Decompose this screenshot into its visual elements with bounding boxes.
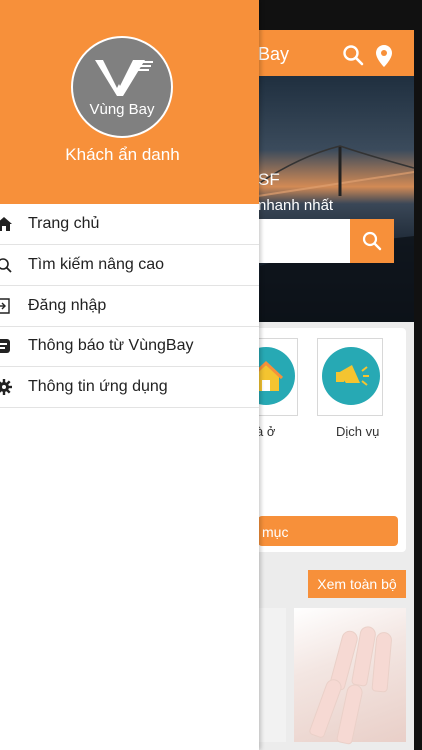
menu-item-advanced-search[interactable]: Tìm kiếm nâng cao (0, 245, 259, 286)
login-icon (0, 298, 10, 314)
hero-title: SF (258, 170, 280, 189)
menu-label: Đăng nhập (28, 297, 107, 314)
menu-item-app-info[interactable]: Thông tin ứng dụng (0, 367, 259, 408)
logo-text: Vùng Bay (89, 101, 155, 118)
menu-label: Thông báo từ VùngBay (28, 337, 194, 354)
search-icon (0, 258, 12, 273)
notification-icon (0, 339, 10, 353)
location-pin-icon[interactable] (375, 44, 393, 68)
navigation-drawer: Vùng Bay Khách ẩn danh Trang chủ Tìm kiế… (0, 0, 259, 750)
search-icon (362, 231, 382, 251)
see-all-button[interactable]: Xem toàn bộ (308, 570, 406, 598)
listing-thumbnail-nails[interactable] (294, 608, 406, 746)
category-tile-services[interactable] (317, 338, 383, 416)
home-icon (0, 217, 12, 231)
menu-label: Thông tin ứng dụng (28, 378, 168, 395)
megaphone-icon (322, 347, 380, 405)
menu-label: Tìm kiếm nâng cao (28, 256, 165, 273)
app-title: Bay (258, 44, 290, 64)
drawer-header: Vùng Bay Khách ẩn danh (0, 0, 259, 204)
gear-icon (0, 379, 12, 395)
menu-item-home[interactable]: Trang chủ (0, 204, 259, 245)
view-categories-label: mục (262, 524, 289, 540)
menu-label: Trang chủ (28, 215, 100, 232)
hero-subtitle: nhanh nhất (258, 197, 334, 214)
search-input[interactable] (258, 219, 352, 263)
search-button[interactable] (350, 219, 394, 263)
search-icon[interactable] (342, 44, 364, 66)
tile-label-services: Dịch vụ (336, 424, 380, 439)
menu-item-login[interactable]: Đăng nhập (0, 286, 259, 327)
app-logo: Vùng Bay (71, 36, 173, 138)
logo-v-icon (95, 60, 153, 96)
menu-item-notifications[interactable]: Thông báo từ VùngBay (0, 326, 259, 367)
user-name: Khách ẩn danh (65, 145, 180, 164)
